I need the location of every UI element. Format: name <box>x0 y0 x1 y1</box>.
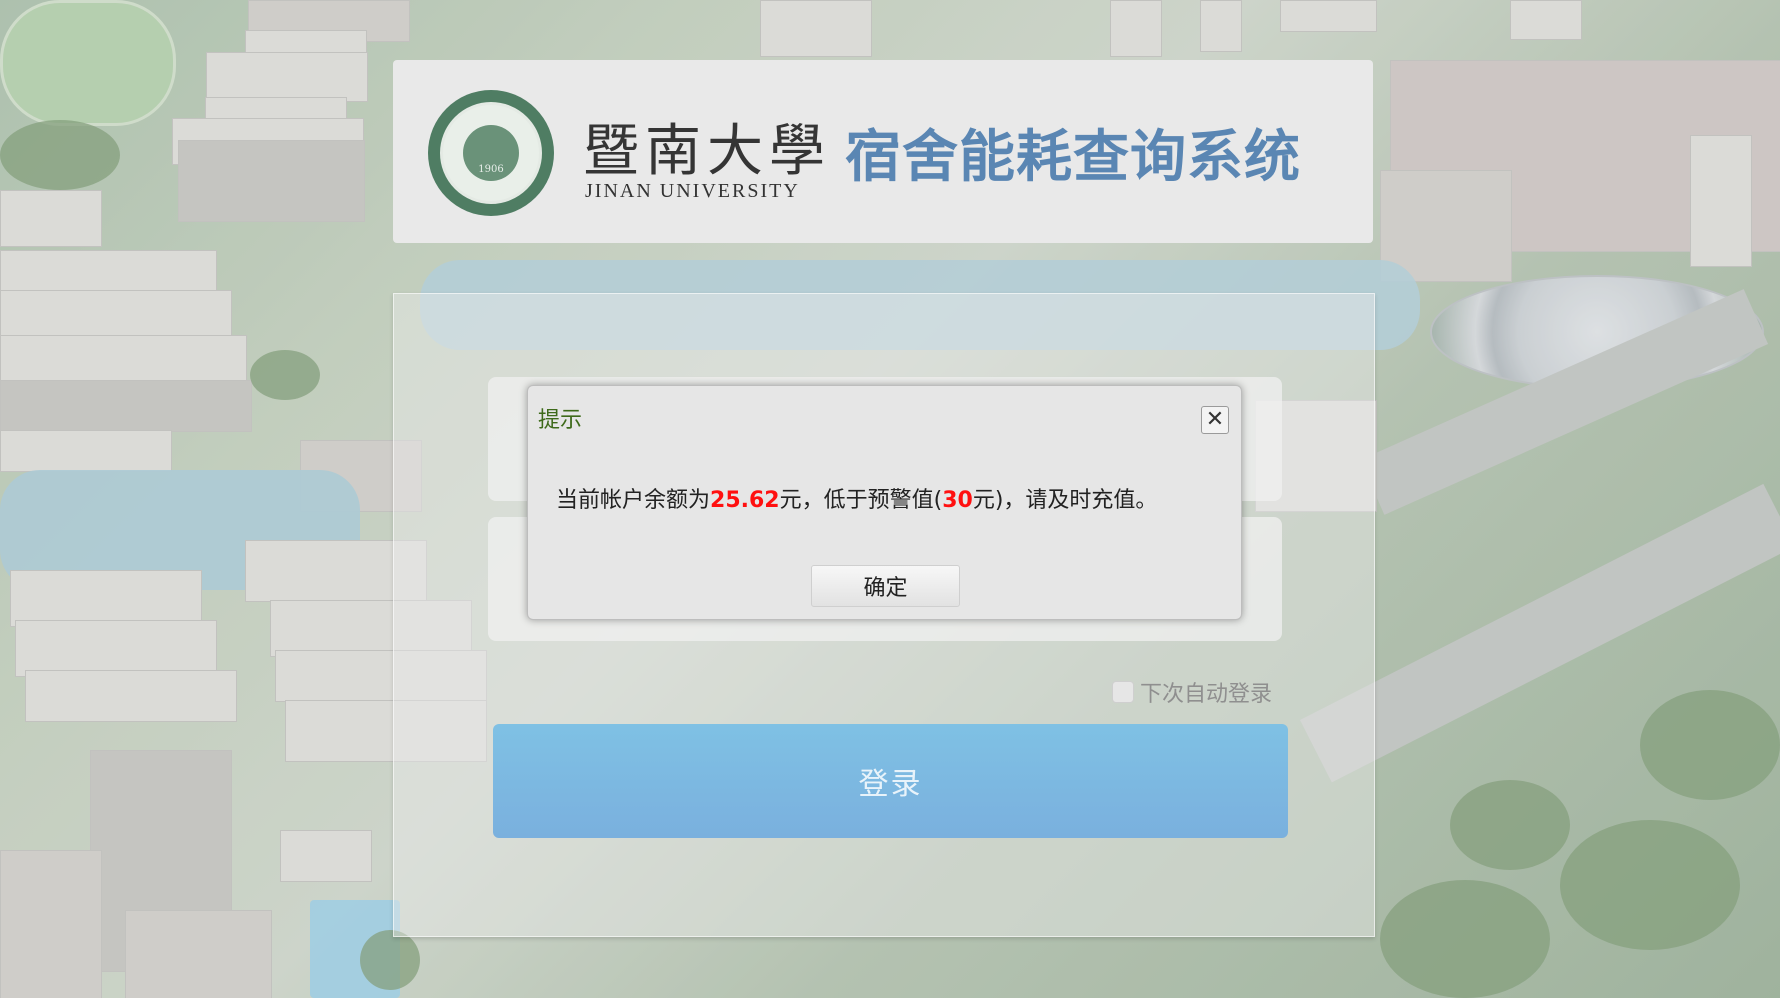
alert-dialog: 提示 ✕ 当前帐户余额为25.62元，低于预警值(30元)，请及时充值。 确定 <box>527 385 1242 620</box>
message-mid1: 元，低于预警值( <box>779 488 943 513</box>
dialog-message: 当前帐户余额为25.62元，低于预警值(30元)，请及时充值。 <box>556 482 1157 514</box>
university-name-cn: 暨南大學 <box>583 119 831 184</box>
close-icon[interactable]: ✕ <box>1201 406 1229 434</box>
message-prefix: 当前帐户余额为 <box>556 488 711 513</box>
header-banner: 1906 暨南大學 JINAN UNIVERSITY 宿舍能耗查询系统 <box>393 60 1373 243</box>
dialog-title: 提示 <box>538 408 583 433</box>
logo-year: 1906 <box>463 125 519 181</box>
ok-button[interactable]: 确定 <box>811 565 960 607</box>
login-button[interactable]: 登录 <box>493 724 1288 838</box>
system-title: 宿舍能耗查询系统 <box>845 125 1301 190</box>
message-mid2: 元)，请及时充值。 <box>972 488 1158 513</box>
threshold-value: 30 <box>942 488 973 513</box>
remember-checkbox[interactable] <box>1112 681 1134 703</box>
university-logo: 1906 <box>428 90 554 216</box>
logo-emblem: 1906 <box>440 102 542 204</box>
university-name-en: JINAN UNIVERSITY <box>585 180 800 202</box>
remember-label: 下次自动登录 <box>1140 682 1273 707</box>
balance-value: 25.62 <box>710 488 780 513</box>
remember-login[interactable]: 下次自动登录 <box>1112 676 1272 708</box>
